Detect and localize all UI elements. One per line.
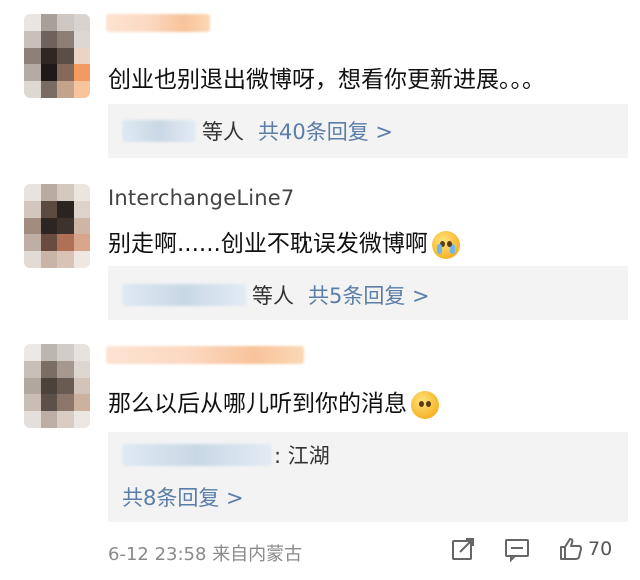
comment-meta: 6-12 23:58 来自内蒙古 [108,540,302,566]
pleading-face-icon [411,390,439,419]
reply-user-blurred [122,284,246,306]
reply-summary: 共8条回复 > [122,482,244,512]
username-blurred[interactable] [106,14,210,32]
avatar[interactable] [24,344,90,428]
share-icon[interactable] [450,536,476,562]
view-replies-link[interactable]: 共40条回复 > [258,116,393,146]
reply-box[interactable]: : 江湖 共8条回复 > [108,432,628,522]
like-count: 70 [588,538,613,560]
reply-preview-text: : 江湖 [274,444,330,468]
reply-people-label: 等人 [202,120,244,144]
location: 来自内蒙古 [212,544,303,565]
reply-box[interactable]: 等人 共40条回复 > [108,104,628,158]
username-blurred[interactable] [106,346,304,364]
username[interactable]: InterchangeLine7 [108,186,294,210]
comment-text-content: 那么以后从哪儿听到你的消息 [108,391,407,417]
avatar[interactable] [24,14,90,98]
reply-preview: : 江湖 [122,440,330,470]
view-replies-link[interactable]: 共8条回复 > [122,482,244,512]
view-replies-link[interactable]: 共5条回复 > [308,280,430,310]
crying-face-icon [431,230,460,259]
reply-summary: 等人 共5条回复 > [122,280,430,310]
timestamp: 6-12 23:58 [108,544,207,565]
reply-people-label: 等人 [252,284,294,308]
reply-box[interactable]: 等人 共5条回复 > [108,266,628,320]
comment-text-content: 别走啊......创业不耽误发微博啊 [108,231,428,257]
avatar[interactable] [24,184,90,268]
like-icon[interactable] [558,536,584,562]
reply-user-blurred [122,444,272,466]
comment-text: 那么以后从哪儿听到你的消息 [108,384,439,419]
comment-actions: 70 [450,536,612,562]
comment-text: 创业也别退出微博呀，想看你更新进展。。。 [108,67,545,93]
comment-icon[interactable] [504,536,530,562]
comment-text: 别走啊......创业不耽误发微博啊 [108,224,460,259]
reply-summary: 等人 共40条回复 > [122,116,393,146]
reply-user-blurred [122,120,196,142]
